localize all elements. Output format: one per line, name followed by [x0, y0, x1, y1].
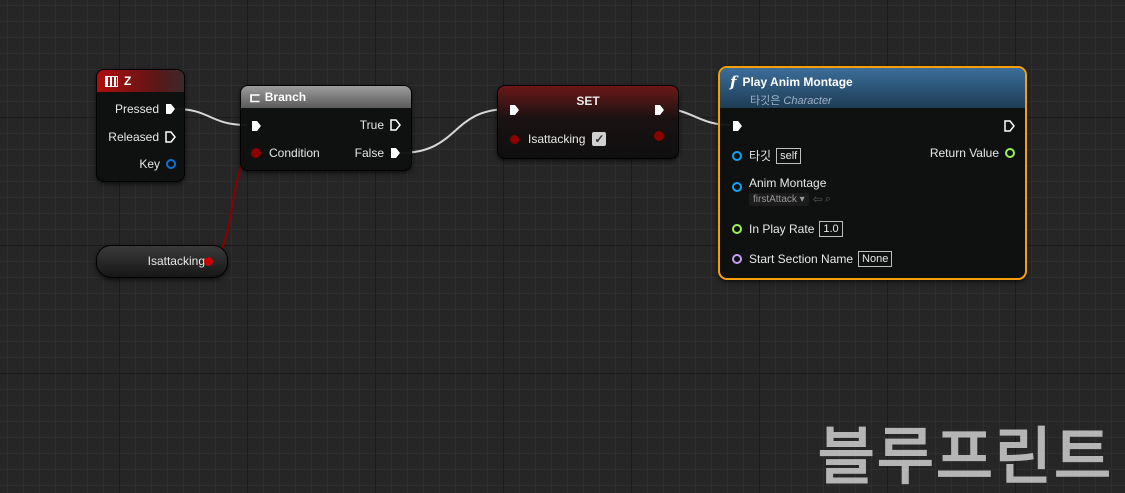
bool-pin-icon[interactable] — [510, 134, 519, 144]
node-header: ⊏ Branch — [241, 86, 411, 108]
node-title: Z — [124, 74, 132, 88]
node-subtitle: 타깃은 Character — [750, 95, 832, 107]
node-title: Branch — [264, 90, 307, 104]
set-node[interactable]: SET Isattacking ✓ — [497, 85, 679, 159]
bool-pin-icon[interactable] — [204, 257, 213, 266]
name-pin-icon[interactable] — [732, 254, 742, 264]
browse-search-icon[interactable]: ⌕ — [825, 193, 831, 206]
node-header: f Play Anim Montage 타깃은 Character — [720, 68, 1025, 108]
pin-false[interactable]: False — [355, 146, 401, 160]
pin-target[interactable]: 타깃 self — [732, 147, 802, 164]
target-value-field[interactable]: self — [776, 147, 802, 164]
exec-pin-icon[interactable] — [251, 120, 262, 132]
play-anim-montage-node[interactable]: f Play Anim Montage 타깃은 Character 타깃 sel… — [718, 66, 1027, 280]
pin-play-rate[interactable]: In Play Rate 1.0 — [732, 221, 843, 237]
pin-start-section[interactable]: Start Section Name None — [732, 251, 893, 267]
pin-return-value[interactable]: Return Value — [930, 146, 1015, 160]
start-section-field[interactable]: None — [858, 251, 893, 267]
bool-pin-icon[interactable] — [251, 148, 261, 158]
struct-pin-icon[interactable] — [166, 159, 176, 169]
exec-pin-icon[interactable] — [390, 119, 401, 131]
exec-pin-icon[interactable] — [509, 104, 520, 116]
bool-pin-out-icon[interactable] — [654, 131, 664, 141]
exec-pin-icon[interactable] — [165, 131, 176, 143]
exec-pin-icon[interactable] — [165, 103, 176, 115]
pin-condition[interactable]: Condition — [251, 146, 320, 160]
object-pin-icon[interactable] — [732, 150, 742, 161]
float-pin-icon[interactable] — [1005, 148, 1015, 158]
exec-pin-icon[interactable] — [654, 104, 665, 116]
pin-isattacking-in[interactable]: Isattacking ✓ — [510, 132, 607, 146]
use-selected-arrow-icon[interactable]: ⇦ — [813, 192, 823, 206]
pin-pressed[interactable]: Pressed — [115, 102, 176, 116]
exec-pin-icon[interactable] — [390, 147, 401, 159]
pin-exec-out[interactable] — [1004, 120, 1015, 132]
branch-node[interactable]: ⊏ Branch True Condition False — [240, 85, 412, 171]
pin-exec-in[interactable] — [251, 120, 262, 132]
pin-true[interactable]: True — [360, 118, 401, 132]
wire-pressed-to-branch — [175, 108, 248, 126]
wire-false-to-set — [399, 108, 510, 154]
exec-pin-icon[interactable] — [732, 120, 743, 132]
pin-exec-out[interactable] — [654, 104, 665, 116]
pin-exec-in[interactable] — [509, 104, 520, 116]
anim-montage-dropdown[interactable]: firstAttack ▾ — [749, 192, 809, 206]
keyboard-icon — [105, 75, 118, 87]
pin-exec-in[interactable] — [732, 120, 743, 132]
variable-getter-isattacking[interactable]: Isattacking — [96, 245, 228, 278]
pin-key[interactable]: Key — [139, 157, 176, 171]
object-pin-icon[interactable] — [732, 182, 742, 192]
float-pin-icon[interactable] — [732, 224, 742, 234]
branch-icon: ⊏ — [249, 88, 261, 105]
isattacking-checkbox[interactable]: ✓ — [592, 132, 607, 146]
play-rate-field[interactable]: 1.0 — [819, 221, 843, 237]
blueprint-watermark: 블루프린트 — [817, 420, 1113, 493]
pin-anim-montage[interactable]: Anim Montage firstAttack ▾ ⇦ ⌕ — [732, 176, 831, 206]
key-event-node-z[interactable]: Z Pressed Released Key — [96, 69, 185, 182]
node-title: SET — [576, 94, 600, 108]
exec-pin-icon[interactable] — [1004, 120, 1015, 132]
pin-isattacking-out[interactable]: Isattacking — [148, 254, 209, 268]
node-header: Z — [97, 70, 184, 92]
pin-released[interactable]: Released — [108, 130, 176, 144]
function-icon: f — [730, 73, 737, 91]
